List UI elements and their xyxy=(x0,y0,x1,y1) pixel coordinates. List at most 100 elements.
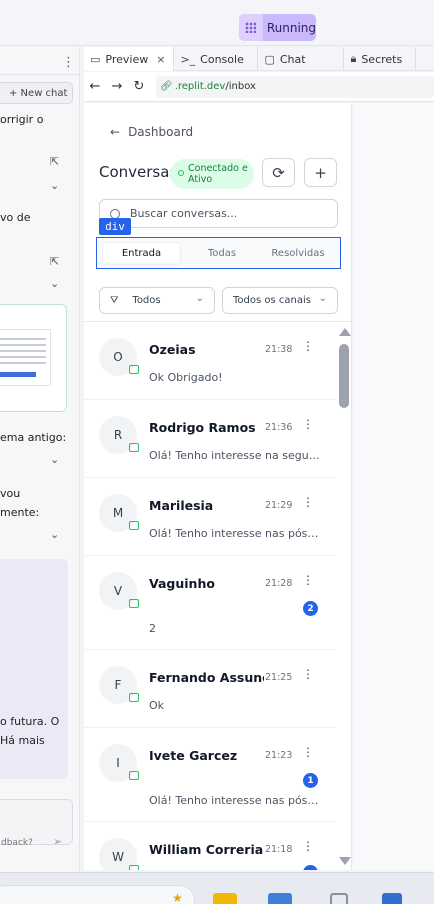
star-icon[interactable]: ★ xyxy=(172,891,183,904)
back-arrow-icon[interactable]: ← xyxy=(84,79,106,94)
connection-status-badge: Conectado e Ativo xyxy=(170,159,254,189)
tab-todas[interactable]: Todas xyxy=(192,243,252,264)
chat-text-line: ema antigo: xyxy=(0,431,67,444)
screenshot-thumbnail xyxy=(0,329,51,386)
notepad-icon[interactable] xyxy=(382,893,402,904)
scroll-up-arrow-icon[interactable] xyxy=(339,328,351,336)
tab-label: Preview xyxy=(105,52,149,66)
message-time: 21:38 xyxy=(265,344,293,355)
contact-name: Rodrigo Ramos xyxy=(149,420,256,435)
more-options-icon[interactable]: ⋮ xyxy=(302,340,314,352)
conversation-item[interactable]: O Ozeias 21:38 ⋮ Ok Obrigado! xyxy=(84,322,336,400)
new-conversation-button[interactable]: + xyxy=(304,158,337,187)
grid-icon xyxy=(239,14,263,41)
back-label: Dashboard xyxy=(128,125,194,139)
conversation-item[interactable]: M Marilesia 21:29 ⋮ Olá! Tenho interesse… xyxy=(84,478,336,556)
more-options-icon[interactable]: ⋮ xyxy=(302,418,314,430)
chat-channel-icon xyxy=(129,693,139,702)
message-time: 21:23 xyxy=(265,750,293,761)
folder-icon[interactable] xyxy=(213,893,237,904)
reload-icon[interactable]: ↻ xyxy=(128,79,150,94)
contact-name: Ivete Garcez xyxy=(149,748,238,763)
conversation-item[interactable]: V Vaguinho 21:28 ⋮ 2 2 xyxy=(84,556,336,650)
message-preview: Olá! Tenho interesse na segund... xyxy=(149,449,321,462)
run-status-button[interactable]: Running xyxy=(239,14,316,41)
new-chat-button[interactable]: + New chat xyxy=(0,82,73,104)
status-filter-select[interactable]: ⛛ Todos ⌄ xyxy=(99,287,215,314)
open-file-icon[interactable]: ⇱ xyxy=(50,155,59,168)
back-to-dashboard-link[interactable]: ← Dashboard xyxy=(110,125,193,139)
tab-label: Secrets xyxy=(361,52,403,66)
chat-channel-icon xyxy=(129,521,139,530)
chevron-down-icon: ⌄ xyxy=(318,293,327,304)
tab-secrets[interactable]: 🔒︎ Secrets xyxy=(344,47,417,71)
screenshot-card[interactable] xyxy=(0,304,67,412)
agent-chat-panel: ⋮ + New chat orrigir o ⇱ ⌄ vo de ⇱ ⌄ ema… xyxy=(0,47,80,872)
open-file-icon[interactable]: ⇱ xyxy=(50,255,59,268)
conversation-item[interactable]: R Rodrigo Ramos 21:36 ⋮ Olá! Tenho inter… xyxy=(84,400,336,478)
message-time: 21:25 xyxy=(265,672,293,683)
channel-filter-select[interactable]: Todos os canais ⌄ xyxy=(222,287,338,314)
agent-message-bubble: o futura. O Há mais xyxy=(0,559,68,779)
chat-channel-icon xyxy=(129,599,139,608)
scroll-down-arrow-icon[interactable] xyxy=(339,857,351,865)
unread-count-badge: 1 xyxy=(303,773,318,788)
scrollbar-thumb[interactable] xyxy=(339,344,349,408)
tab-chat[interactable]: ▢ Chat xyxy=(258,47,345,71)
message-time: 21:29 xyxy=(265,500,293,511)
more-options-icon[interactable]: ⋮ xyxy=(302,746,314,758)
url-host: .replit.dev xyxy=(174,81,226,92)
divider xyxy=(0,74,79,75)
run-status-label: Running xyxy=(266,20,316,35)
conversation-list-scrollbar[interactable] xyxy=(337,322,351,870)
chevron-down-icon[interactable]: ⌄ xyxy=(50,453,59,466)
more-options-icon[interactable]: ⋮ xyxy=(302,574,314,586)
search-app-icon[interactable] xyxy=(330,893,348,904)
chat-input-placeholder: dback? xyxy=(1,838,33,848)
conversation-item[interactable]: I Ivete Garcez 21:23 ⋮ 1 Olá! Tenho inte… xyxy=(84,728,336,822)
search-input[interactable]: Buscar conversas... xyxy=(99,199,338,228)
message-time: 21:18 xyxy=(265,844,293,855)
more-options-icon[interactable]: ⋮ xyxy=(62,55,75,70)
chat-channel-icon xyxy=(129,771,139,780)
chevron-down-icon[interactable]: ⌄ xyxy=(50,528,59,541)
send-icon[interactable]: ➢ xyxy=(53,835,62,848)
conversation-item[interactable]: F Fernando Assunç... 21:25 ⋮ Ok xyxy=(84,650,336,728)
chevron-down-icon[interactable]: ⌄ xyxy=(50,277,59,290)
search-placeholder: Buscar conversas... xyxy=(130,207,238,220)
workspace-topbar: Running xyxy=(0,0,434,46)
tab-preview[interactable]: ▭ Preview × xyxy=(84,47,175,71)
inbox-app: ← Dashboard Conversas Conectado e Ativo ⟳… xyxy=(84,103,352,870)
lock-icon: 🔒︎ xyxy=(350,52,357,65)
conversation-item[interactable]: W William Correria 21:18 ⋮ xyxy=(84,822,336,870)
inspector-element-tag: div xyxy=(99,218,131,235)
message-time: 21:36 xyxy=(265,422,293,433)
status-text-line1: Conectado e xyxy=(188,163,248,174)
channel-filter-value: Todos os canais xyxy=(233,295,311,306)
tab-resolvidas[interactable]: Resolvidas xyxy=(267,243,329,264)
close-icon[interactable]: × xyxy=(156,53,165,66)
message-preview: Olá! Tenho interesse nas pós d... xyxy=(149,794,321,807)
refresh-button[interactable]: ⟳ xyxy=(262,158,295,187)
monitor-icon: ▭ xyxy=(90,52,101,66)
arrow-left-icon: ← xyxy=(110,125,121,139)
message-preview: 2 xyxy=(149,622,156,635)
chevron-down-icon[interactable]: ⌄ xyxy=(50,179,59,192)
more-options-icon[interactable]: ⋮ xyxy=(302,496,314,508)
tab-console[interactable]: >_ Console xyxy=(174,47,259,71)
chat-text-line: orrigir o xyxy=(0,113,44,126)
app-icon[interactable] xyxy=(268,893,292,904)
taskbar-search-box[interactable] xyxy=(0,885,195,904)
chat-input[interactable]: dback? ➢ xyxy=(0,799,73,848)
more-options-icon[interactable]: ⋮ xyxy=(302,840,314,852)
more-options-icon[interactable]: ⋮ xyxy=(302,668,314,680)
forward-arrow-icon[interactable]: → xyxy=(106,79,128,94)
contact-name: Fernando Assunç... xyxy=(149,670,264,685)
chat-text-line: Há mais xyxy=(0,734,45,747)
contact-name: Marilesia xyxy=(149,498,214,513)
chat-channel-icon xyxy=(129,365,139,374)
conversation-list: O Ozeias 21:38 ⋮ Ok Obrigado! R Rodrigo … xyxy=(84,322,336,870)
contact-name: Ozeias xyxy=(149,342,196,357)
url-field[interactable]: 🔗︎ .replit.dev/inbox xyxy=(156,75,434,98)
tab-entrada[interactable]: Entrada xyxy=(103,243,180,264)
